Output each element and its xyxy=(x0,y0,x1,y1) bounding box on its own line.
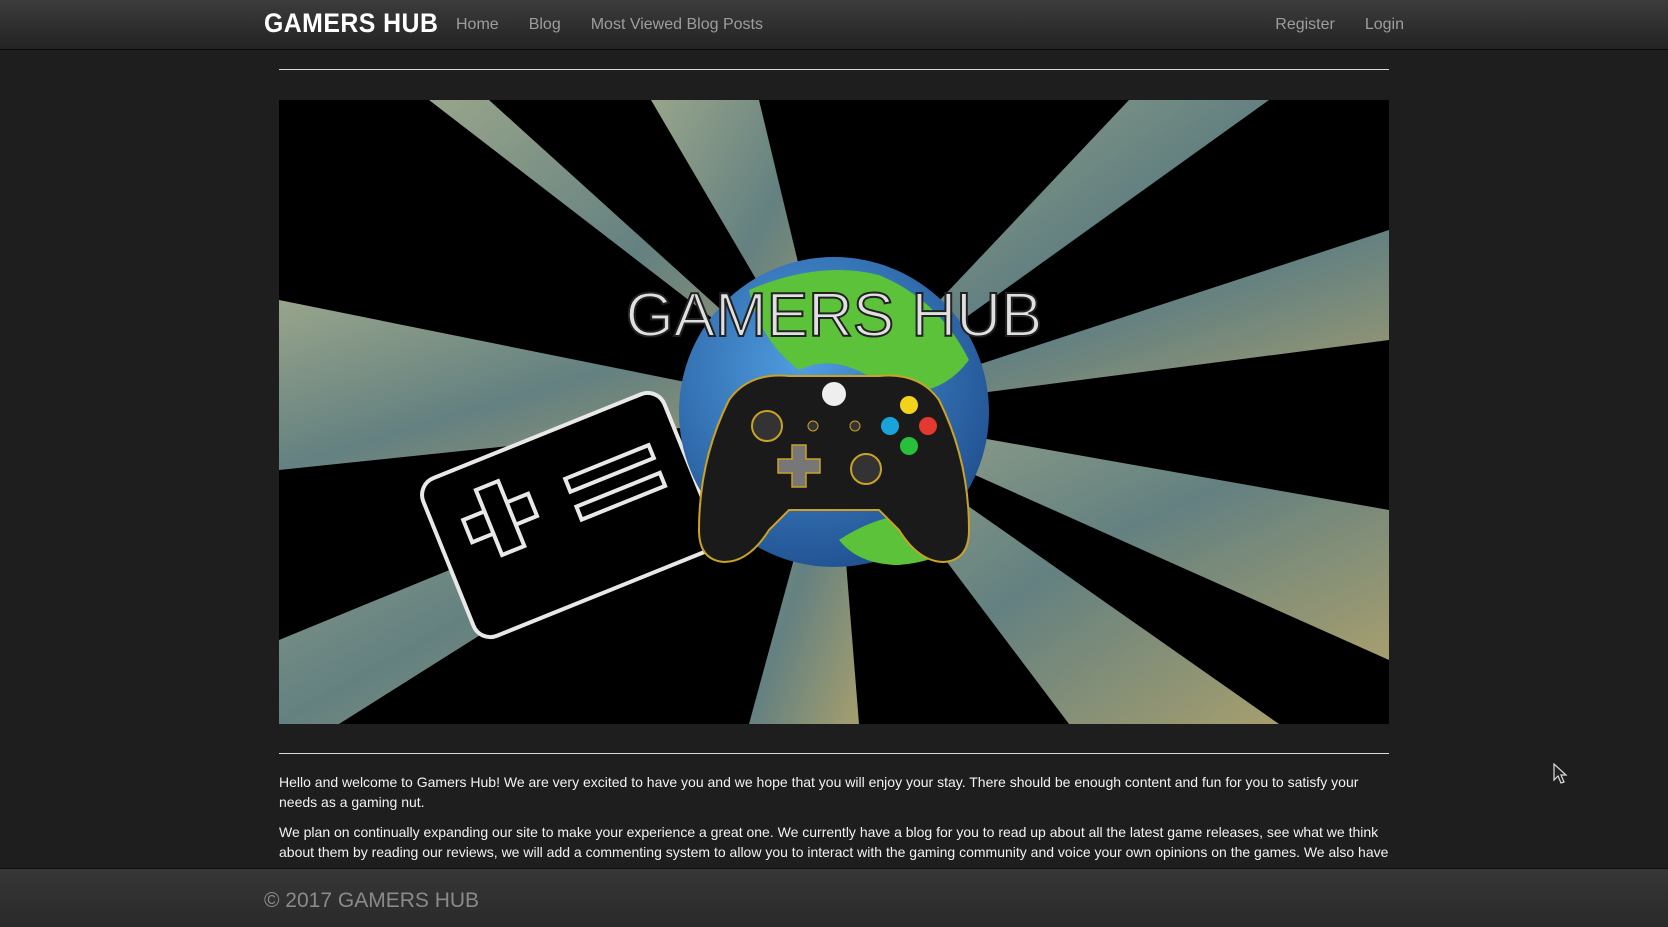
footer-copyright: © 2017 GAMERS HUB xyxy=(264,889,480,912)
top-divider xyxy=(279,69,1389,70)
nav-most-viewed-link[interactable]: Most Viewed Blog Posts xyxy=(591,16,763,34)
nav-register-link[interactable]: Register xyxy=(1275,16,1335,34)
brand-link[interactable]: GAMERS HUB xyxy=(264,8,438,39)
welcome-content: Hello and welcome to Gamers Hub! We are … xyxy=(279,772,1389,872)
nav-blog-link[interactable]: Blog xyxy=(529,16,561,34)
primary-nav: Home Blog Most Viewed Blog Posts xyxy=(456,0,763,49)
content-divider xyxy=(279,753,1389,754)
account-nav: Register Login xyxy=(1275,0,1404,49)
hero-logo-text: GAMERS HUB xyxy=(626,281,1043,350)
nav-login-link[interactable]: Login xyxy=(1365,16,1404,34)
top-navbar: GAMERS HUB Home Blog Most Viewed Blog Po… xyxy=(0,0,1668,50)
welcome-paragraph: Hello and welcome to Gamers Hub! We are … xyxy=(279,774,1359,810)
hero-banner-image: GAMERS HUB xyxy=(279,100,1389,724)
plans-paragraph: We plan on continually expanding our sit… xyxy=(279,824,1389,860)
mouse-cursor-icon xyxy=(1553,763,1568,784)
nav-home-link[interactable]: Home xyxy=(456,16,499,34)
footer: © 2017 GAMERS HUB xyxy=(0,868,1668,927)
